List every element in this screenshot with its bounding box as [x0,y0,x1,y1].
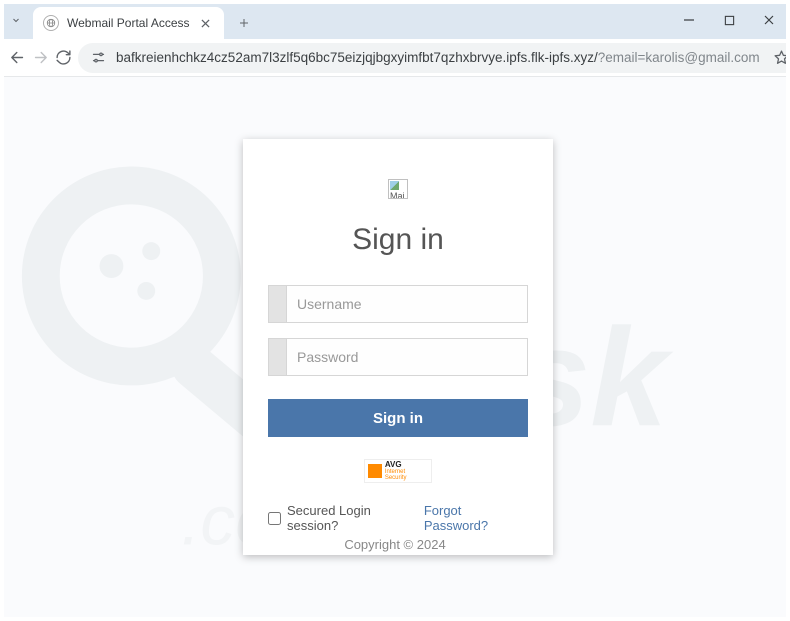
login-card: Mai Sign in Sign in AVG Internet Securit… [243,139,553,555]
back-button[interactable] [9,44,26,72]
window-controls [669,1,789,39]
minimize-icon [683,14,695,26]
reload-icon [55,49,72,66]
close-icon [763,14,775,26]
secured-session-label: Secured Login session? [287,503,424,533]
username-field[interactable] [268,285,528,323]
tab-title: Webmail Portal Access [67,16,190,30]
tune-icon [91,50,106,65]
secured-session-toggle[interactable]: Secured Login session? [268,503,424,533]
forward-button[interactable] [32,44,49,72]
secured-session-checkbox[interactable] [268,512,281,525]
close-window-button[interactable] [749,1,789,39]
field-handle [269,286,287,322]
field-handle [269,339,287,375]
avg-badge: AVG Internet Security [364,459,432,483]
browser-toolbar: bafkreienhchkz4cz52am7l3zlf5q6bc75eizjqj… [1,39,789,77]
new-tab-button[interactable] [230,9,258,37]
arrow-left-icon [9,49,26,66]
maximize-button[interactable] [709,1,749,39]
browser-tab[interactable]: Webmail Portal Access [33,7,224,39]
url-main: bafkreienhchkz4cz52am7l3zlf5q6bc75eizjqj… [116,50,598,65]
maximize-icon [724,15,735,26]
globe-icon [43,15,59,31]
avg-text: AVG Internet Security [385,461,428,481]
broken-image-icon: Mai [388,179,408,199]
card-footer: Secured Login session? Forgot Password? [268,503,528,533]
page-viewport: risk .com Mai Sign in [2,77,788,619]
password-field[interactable] [268,338,528,376]
minimize-button[interactable] [669,1,709,39]
tab-search-dropdown[interactable] [1,1,31,39]
url-query: ?email=karolis@gmail.com [598,50,760,65]
address-bar[interactable]: bafkreienhchkz4cz52am7l3zlf5q6bc75eizjqj… [78,43,790,73]
chevron-down-icon [10,14,22,26]
username-input[interactable] [287,286,527,322]
forgot-password-link[interactable]: Forgot Password? [424,503,528,533]
tab-close-button[interactable] [198,15,214,31]
bookmark-button[interactable] [768,44,790,72]
plus-icon [238,17,250,29]
star-icon [773,49,790,66]
arrow-right-icon [32,49,49,66]
signin-button[interactable]: Sign in [268,399,528,437]
tab-strip: Webmail Portal Access [1,1,789,39]
avg-logo-icon [368,464,382,478]
copyright-text: Copyright © 2024 [2,537,788,552]
close-icon [201,19,210,28]
browser-window: Webmail Portal Access [0,0,790,621]
password-input[interactable] [287,339,527,375]
broken-image-alt: Mai [390,191,406,199]
reload-button[interactable] [55,44,72,72]
card-title: Sign in [268,223,528,257]
url-text: bafkreienhchkz4cz52am7l3zlf5q6bc75eizjqj… [116,50,760,65]
site-settings-button[interactable] [88,48,108,68]
